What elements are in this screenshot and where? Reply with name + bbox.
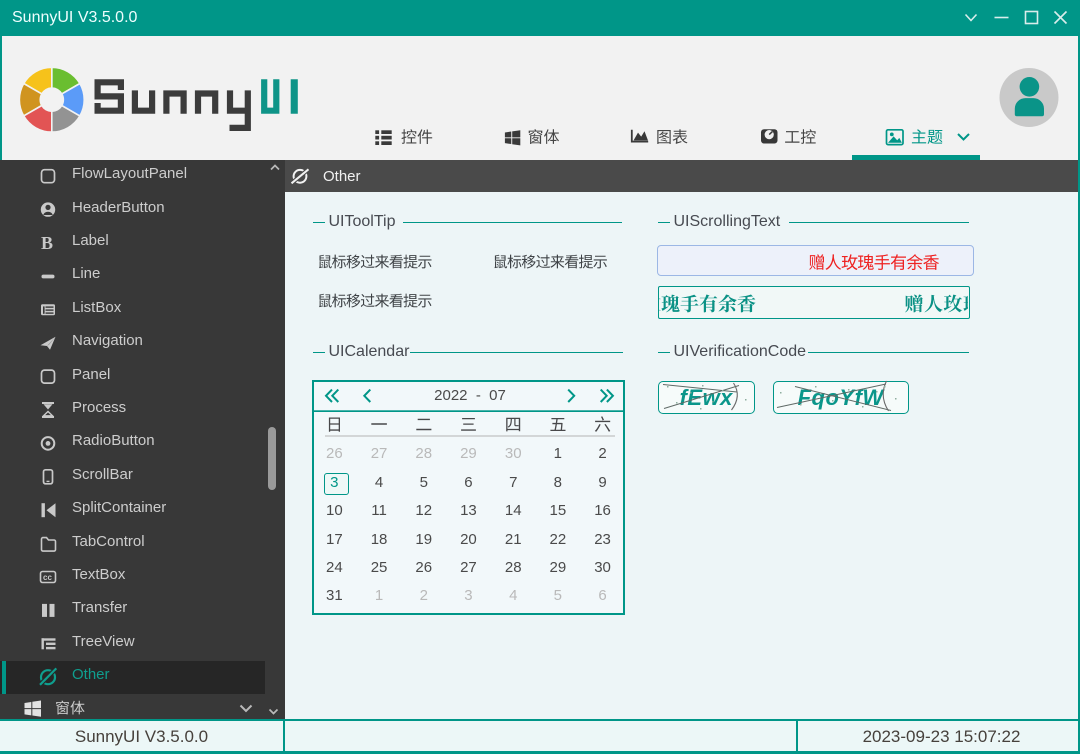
svg-text:cc: cc [43,573,52,582]
svg-text:B: B [41,233,53,253]
